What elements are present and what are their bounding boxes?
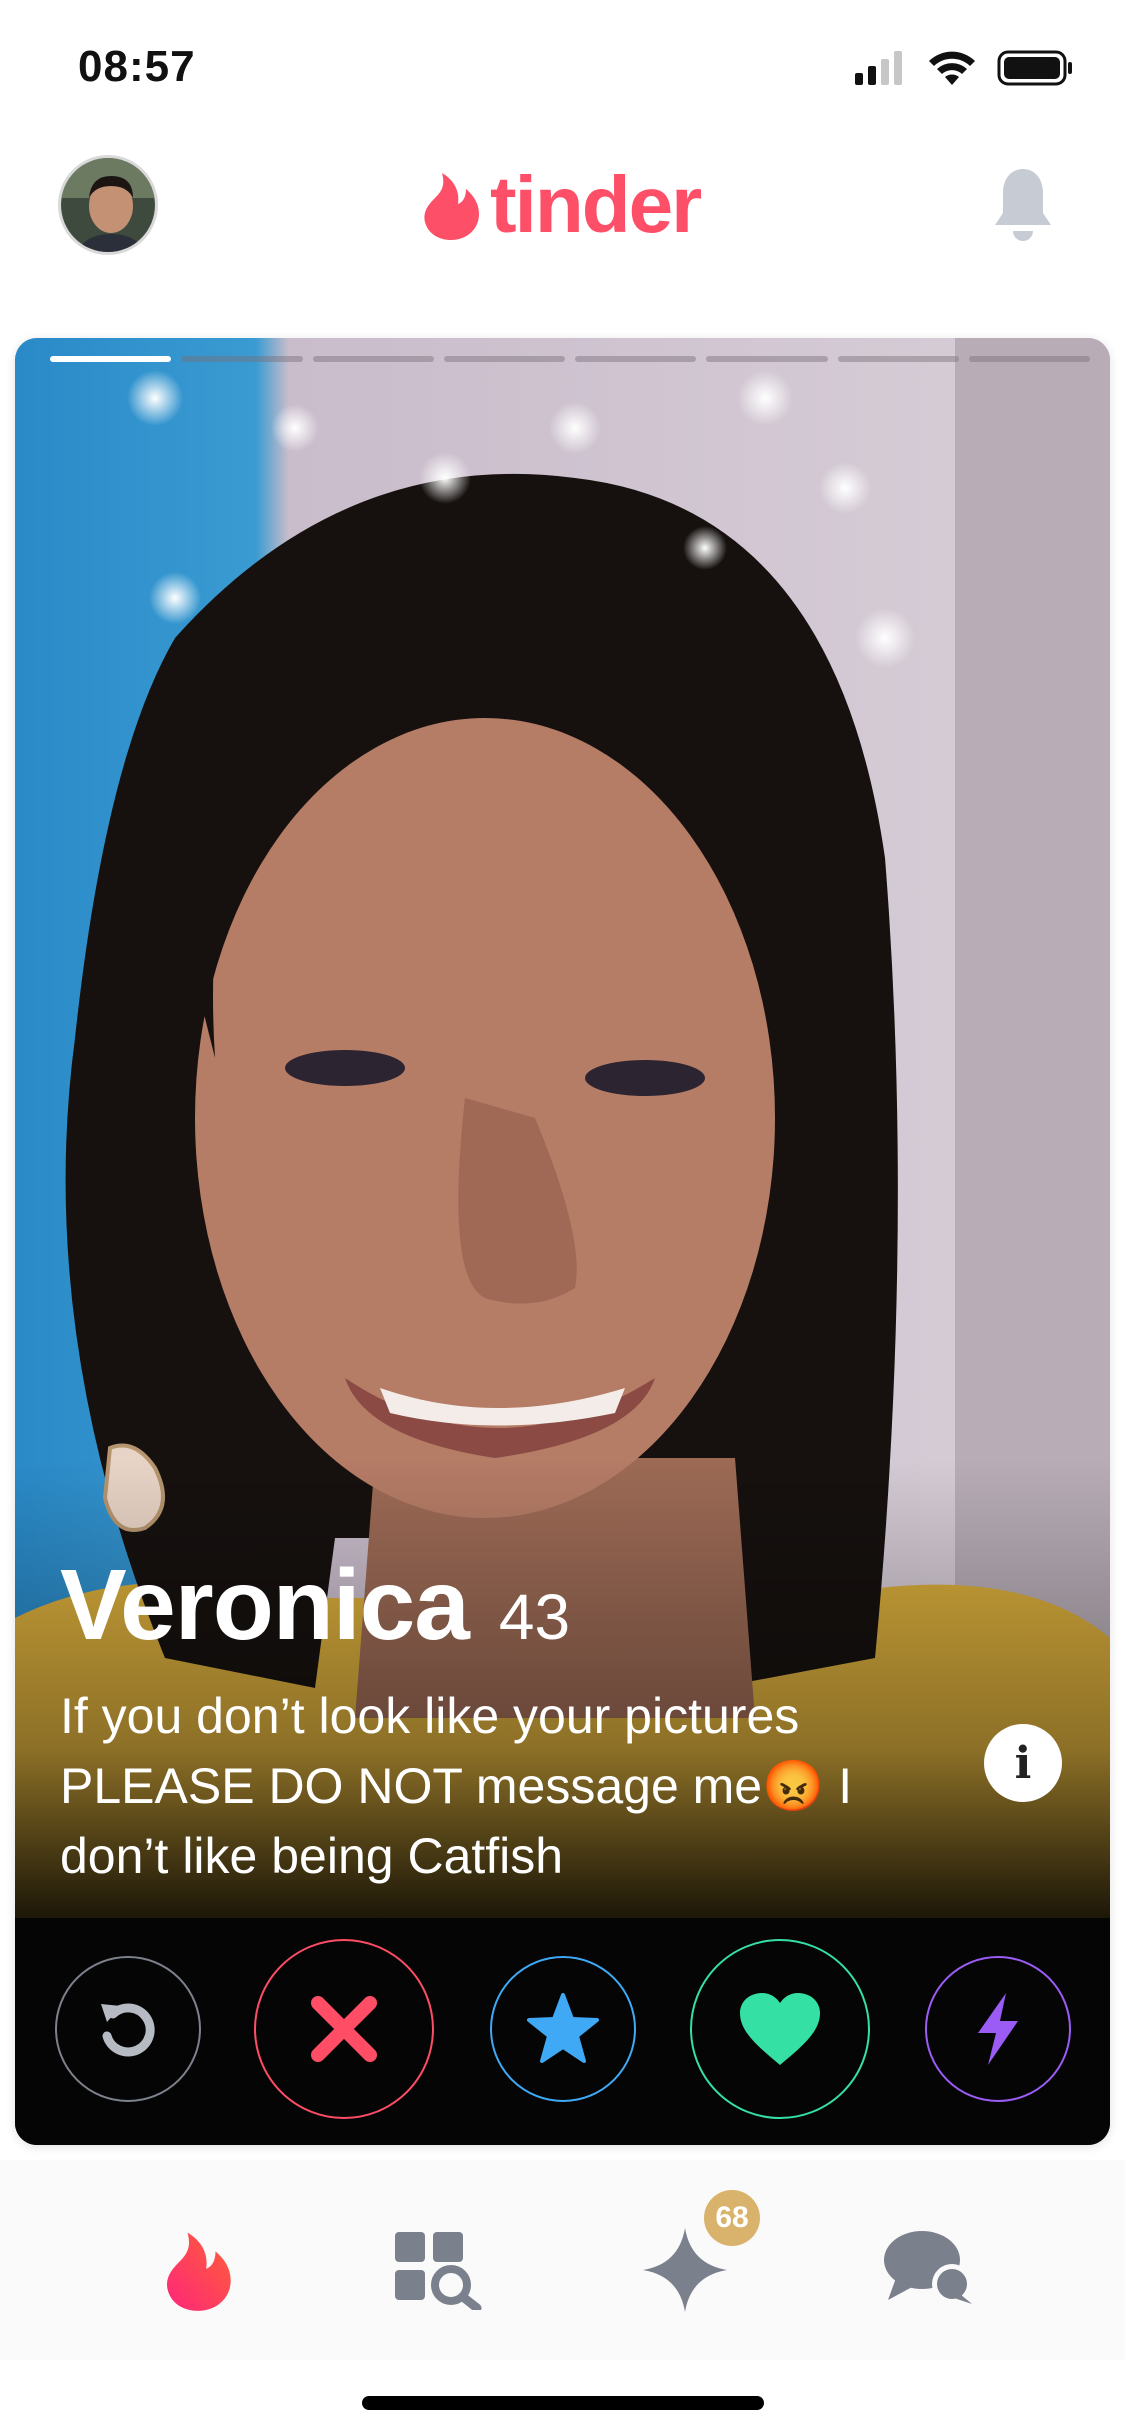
x-icon: [311, 1996, 377, 2062]
profile-name: Veronica: [60, 1549, 470, 1661]
home-indicator: [362, 2396, 764, 2410]
photo-progress-segment: [575, 356, 697, 362]
app-header: tinder: [0, 135, 1125, 335]
status-bar: 08:57: [0, 0, 1125, 135]
profile-avatar[interactable]: [58, 155, 158, 255]
name-age-row: Veronica 43: [60, 1548, 1060, 1663]
like-button[interactable]: [690, 1939, 870, 2119]
photo-progress-segment: [706, 356, 828, 362]
photo-progress-segment: [968, 356, 1090, 362]
angry-emoji: 😡: [762, 1758, 825, 1814]
bio-text: I: [824, 1758, 853, 1814]
tab-explore[interactable]: [388, 2220, 488, 2320]
likes-count-badge: 68: [704, 2190, 760, 2246]
action-bar: [15, 1918, 1110, 2145]
boost-button[interactable]: [925, 1956, 1071, 2102]
rewind-icon: [101, 2003, 155, 2057]
photo-progress-segment: [443, 356, 565, 362]
bottom-tab-bar: [0, 2160, 1125, 2360]
profile-card[interactable]: Veronica 43 If you don’t look like your …: [15, 338, 1110, 2145]
flame-logo-icon: [424, 173, 479, 240]
status-time: 08:57: [78, 42, 196, 91]
bio-line: If you don’t look like your pictures: [60, 1688, 800, 1744]
bio-line: PLEASE DO NOT message me😡 I: [60, 1751, 960, 1821]
profile-bio: If you don’t look like your pictures PLE…: [60, 1681, 960, 1891]
profile-info-button[interactable]: i: [984, 1724, 1062, 1802]
photo-progress-segment: [50, 356, 172, 362]
flame-tab-icon: [167, 2232, 231, 2311]
cellular-signal-icon: [855, 51, 902, 85]
rewind-button[interactable]: [55, 1956, 201, 2102]
nope-button[interactable]: [254, 1939, 434, 2119]
lightning-icon: [978, 1993, 1018, 2065]
star-icon: [527, 1993, 599, 2063]
notification-bell-icon[interactable]: [991, 165, 1055, 250]
bio-line: don’t like being Catfish: [60, 1828, 564, 1884]
heart-icon: [740, 1993, 820, 2065]
photo-progress-indicator: [50, 356, 1090, 362]
photo-progress-segment: [837, 356, 959, 362]
explore-tab-icon: [395, 2232, 482, 2310]
photo-progress-segment: [181, 356, 303, 362]
tab-messages[interactable]: [880, 2220, 980, 2320]
tinder-logo: tinder: [420, 160, 702, 249]
profile-info: Veronica 43 If you don’t look like your …: [60, 1548, 1060, 1891]
wifi-icon: [929, 51, 975, 85]
messages-tab-icon: [884, 2231, 972, 2304]
tab-discover[interactable]: [148, 2220, 248, 2320]
super-like-button[interactable]: [490, 1956, 636, 2102]
profile-age: 43: [498, 1581, 571, 1653]
photo-progress-segment: [312, 356, 434, 362]
status-icons: [855, 50, 1073, 86]
logo-text: tinder: [490, 160, 702, 249]
battery-icon: [997, 50, 1072, 86]
bio-text: PLEASE DO NOT message me: [60, 1758, 763, 1814]
